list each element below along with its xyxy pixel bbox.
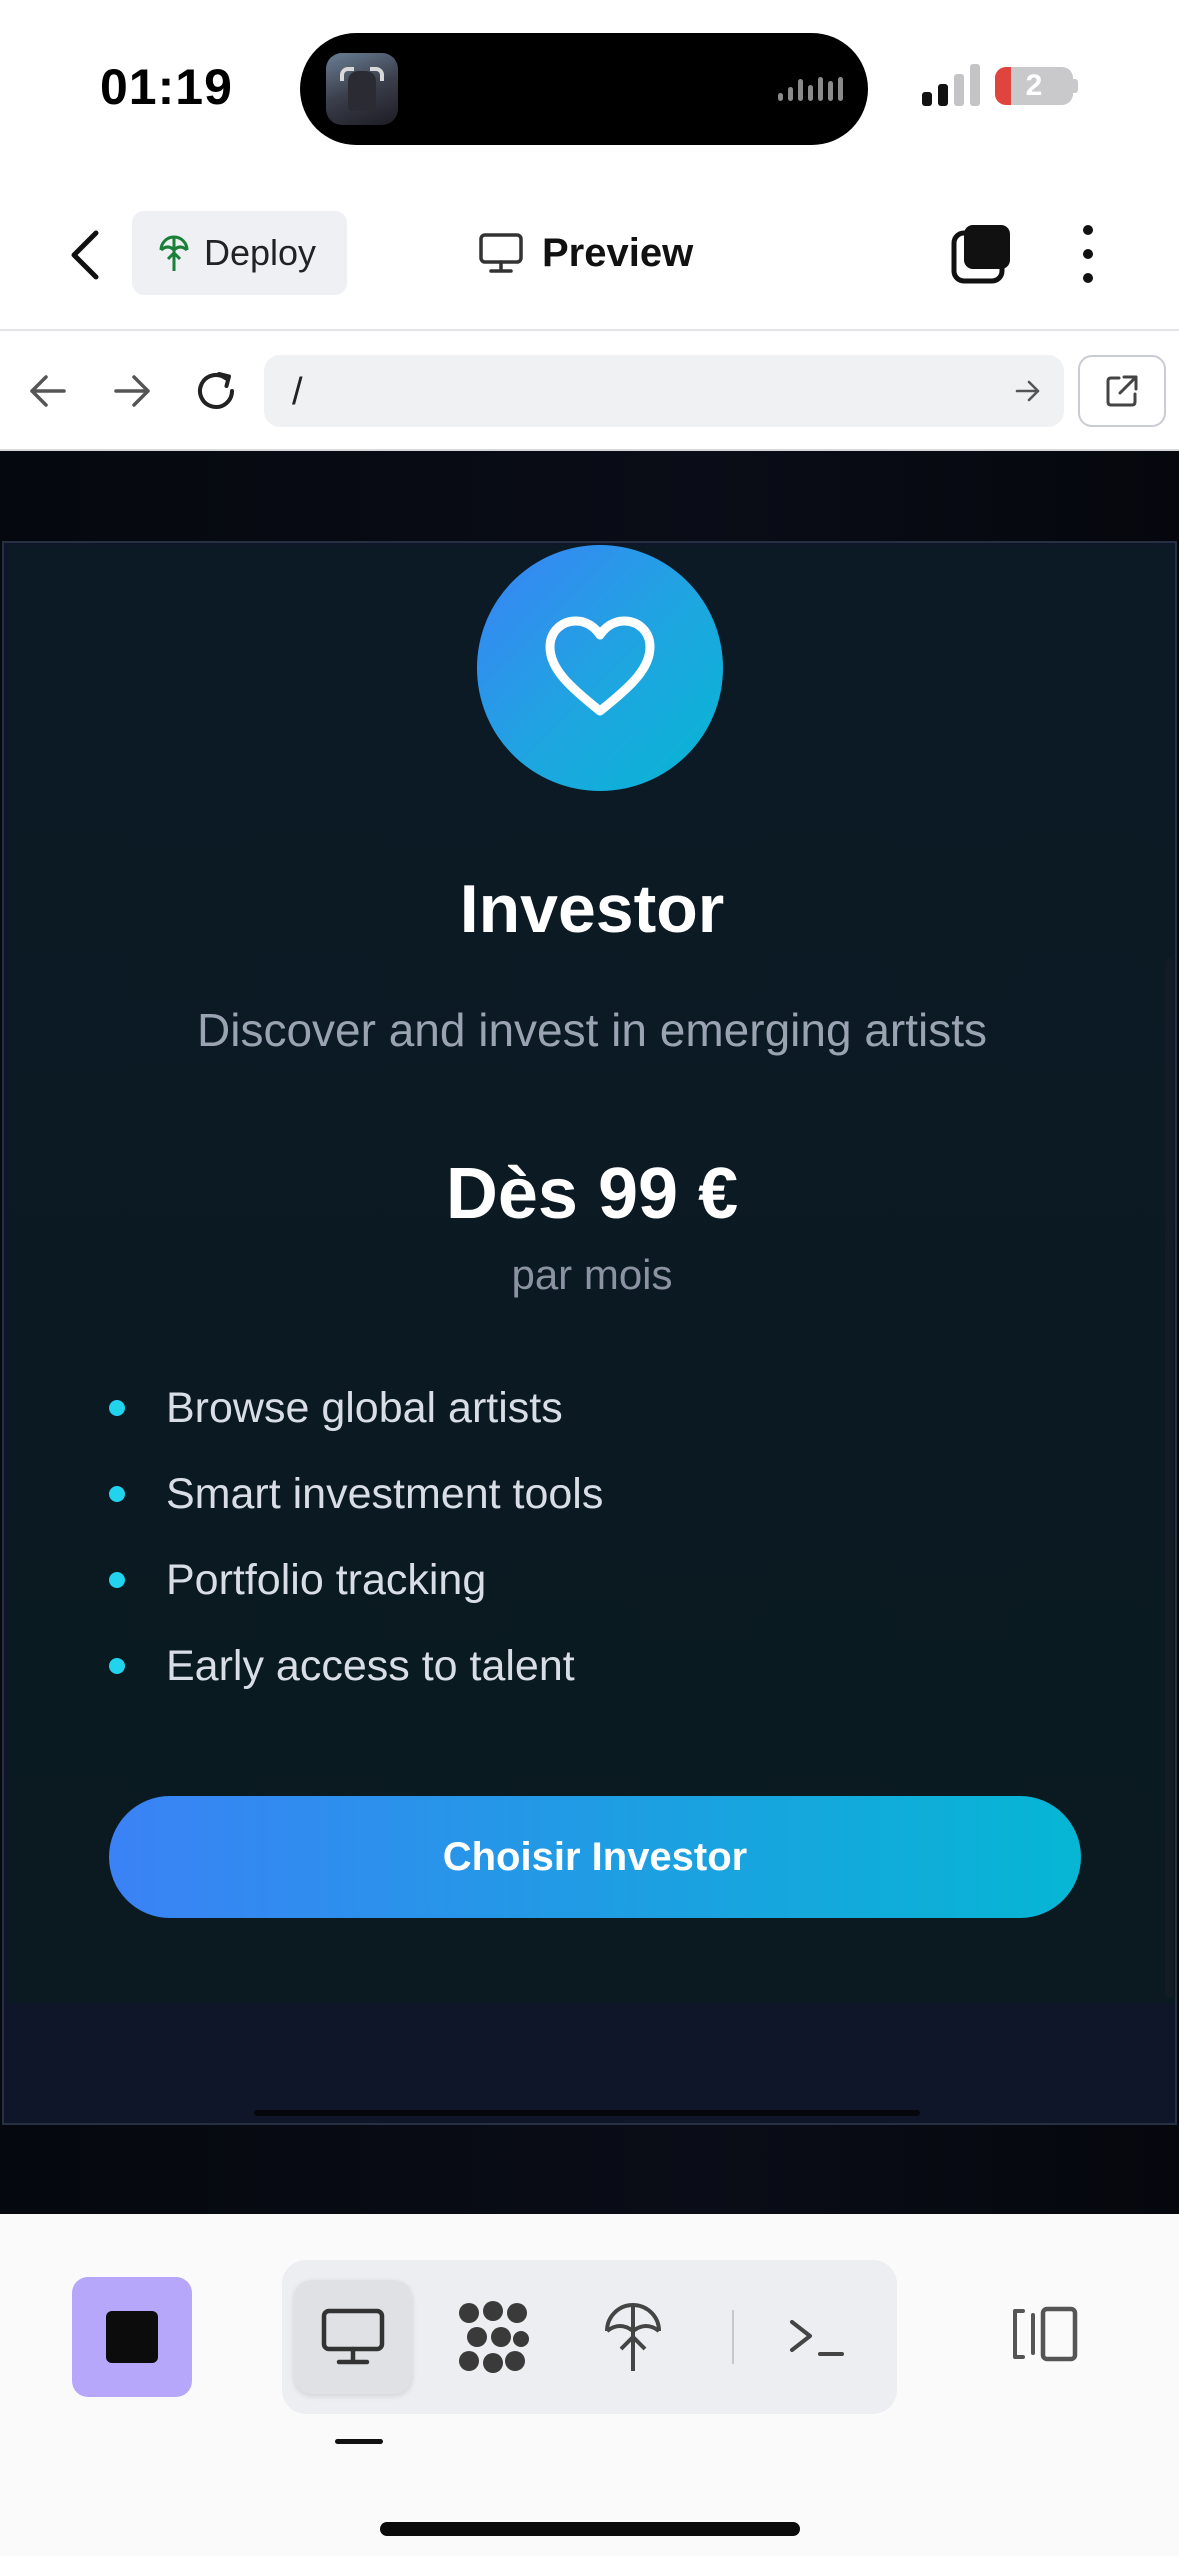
open-external-button[interactable] bbox=[1078, 355, 1166, 427]
external-link-icon bbox=[1106, 375, 1138, 407]
arrow-go-icon[interactable] bbox=[1012, 375, 1044, 407]
choose-plan-label: Choisir Investor bbox=[442, 1834, 748, 1879]
monitor-icon bbox=[479, 233, 523, 273]
back-button[interactable] bbox=[56, 225, 116, 285]
battery-cap bbox=[1073, 79, 1078, 93]
split-view-icon bbox=[1013, 2306, 1078, 2362]
pricing-card: Investor Discover and invest in emerging… bbox=[9, 545, 1175, 2003]
feature-item: Early access to talent bbox=[109, 1623, 603, 1709]
bullet-icon bbox=[109, 1572, 125, 1588]
reload-icon bbox=[198, 372, 234, 409]
feature-text: Browse global artists bbox=[166, 1383, 563, 1432]
more-vertical-icon bbox=[1083, 225, 1093, 235]
back-nav-button[interactable] bbox=[20, 363, 76, 419]
feature-list: Browse global artists Smart investment t… bbox=[109, 1365, 603, 1709]
plan-title: Investor bbox=[459, 871, 725, 947]
tool-preview-button[interactable] bbox=[294, 2280, 412, 2394]
battery-level: 2 bbox=[1025, 69, 1043, 102]
frame-home-indicator bbox=[254, 2110, 920, 2116]
feature-item: Browse global artists bbox=[109, 1365, 603, 1451]
more-menu-button[interactable] bbox=[1060, 223, 1116, 285]
tabs-stack-icon[interactable] bbox=[950, 223, 1012, 285]
tool-divider bbox=[732, 2310, 734, 2364]
deploy-icon bbox=[159, 235, 189, 271]
home-indicator bbox=[380, 2522, 800, 2536]
browser-url-bar: / bbox=[0, 331, 1179, 451]
plan-period: par mois bbox=[511, 1251, 673, 1298]
status-time: 01:19 bbox=[100, 59, 233, 115]
tool-deploy-button[interactable] bbox=[574, 2280, 692, 2394]
app-header: Deploy Preview bbox=[0, 175, 1179, 331]
stop-icon bbox=[106, 2311, 158, 2363]
deploy-icon bbox=[605, 2303, 661, 2371]
chevron-left-icon bbox=[71, 230, 99, 280]
plan-price: Dès 99 € bbox=[445, 1154, 739, 1234]
stop-button[interactable] bbox=[72, 2277, 192, 2397]
split-view-button[interactable] bbox=[1010, 2294, 1082, 2374]
url-path: / bbox=[292, 371, 303, 413]
terminal-icon bbox=[790, 2320, 844, 2356]
preview-label: Preview bbox=[542, 230, 694, 275]
bullet-icon bbox=[109, 1486, 125, 1502]
workflow-dots-icon bbox=[459, 2301, 529, 2373]
arrow-left-icon bbox=[30, 375, 66, 407]
tool-workflow-button[interactable] bbox=[434, 2280, 552, 2394]
deploy-button[interactable]: Deploy bbox=[132, 211, 347, 295]
feature-text: Portfolio tracking bbox=[166, 1555, 487, 1604]
feature-text: Early access to talent bbox=[166, 1641, 575, 1690]
deploy-label: Deploy bbox=[204, 232, 317, 273]
feature-item: Portfolio tracking bbox=[109, 1537, 603, 1623]
status-bar: 01:19 2 bbox=[0, 0, 1179, 175]
choose-plan-button[interactable]: Choisir Investor bbox=[109, 1796, 1081, 1918]
monitor-icon bbox=[321, 2308, 385, 2365]
bullet-icon bbox=[109, 1658, 125, 1674]
tool-switcher bbox=[282, 2260, 897, 2414]
arrow-right-icon bbox=[114, 375, 150, 407]
heart-icon bbox=[545, 616, 655, 716]
feature-text: Smart investment tools bbox=[166, 1469, 604, 1518]
bottom-toolbar bbox=[0, 2214, 1179, 2556]
scrollbar[interactable] bbox=[1165, 958, 1173, 1998]
url-input[interactable]: / bbox=[264, 355, 1064, 427]
preview-tab[interactable]: Preview bbox=[478, 223, 693, 283]
preview-viewport: Investor Discover and invest in emerging… bbox=[0, 451, 1179, 2214]
cellular-signal-icon bbox=[922, 64, 980, 106]
forward-nav-button[interactable] bbox=[104, 363, 160, 419]
dynamic-island[interactable] bbox=[300, 33, 868, 145]
reload-button[interactable] bbox=[188, 363, 244, 419]
now-playing-artwork bbox=[326, 53, 398, 125]
tool-terminal-button[interactable] bbox=[758, 2280, 876, 2394]
audio-wave-icon bbox=[778, 73, 843, 105]
bullet-icon bbox=[109, 1400, 125, 1416]
plan-subtitle: Discover and invest in emerging artists bbox=[197, 1004, 987, 1056]
battery-icon: 2 bbox=[995, 67, 1073, 105]
active-tab-indicator bbox=[335, 2439, 383, 2444]
plan-icon-badge bbox=[477, 545, 723, 791]
feature-item: Smart investment tools bbox=[109, 1451, 603, 1537]
page-frame: Investor Discover and invest in emerging… bbox=[2, 541, 1177, 2125]
